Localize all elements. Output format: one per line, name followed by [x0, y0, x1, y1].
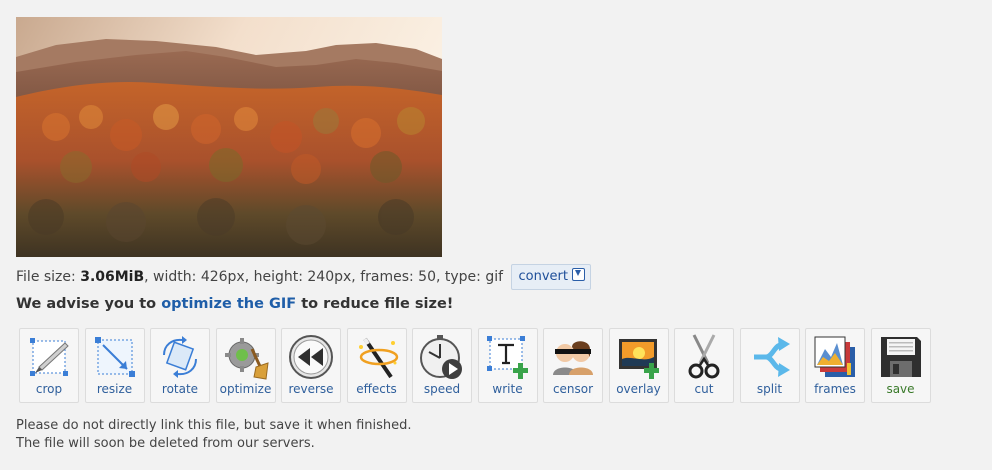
optimize-gif-link[interactable]: optimize the GIF [161, 296, 296, 312]
convert-label: convert [518, 269, 568, 284]
frames-tool-button[interactable]: frames [805, 328, 865, 403]
convert-button[interactable]: convert [511, 264, 591, 290]
cut-icon [688, 334, 720, 379]
download-icon [571, 268, 585, 281]
gif-preview-image [16, 17, 442, 257]
tool-label: cut [694, 382, 714, 396]
optimize-icon [224, 338, 269, 380]
censor-tool-button[interactable]: censor [543, 328, 603, 403]
file-info: File size: 3.06MiB, width: 426px, height… [16, 264, 591, 290]
tool-label: speed [423, 382, 461, 396]
file-size-prefix: File size: [16, 269, 81, 285]
crop-icon [30, 338, 69, 376]
split-icon [753, 337, 790, 377]
rotate-tool-button[interactable]: rotate [150, 328, 210, 403]
overlay-icon [618, 339, 659, 379]
tool-label: censor [552, 382, 594, 396]
split-tool-button[interactable]: split [739, 328, 800, 403]
reverse-icon [289, 335, 333, 379]
tool-label: frames [814, 382, 856, 396]
reverse-tool-button[interactable]: reverse [281, 328, 341, 403]
resize-icon [94, 337, 135, 377]
censor-icon [553, 341, 593, 375]
file-details: , width: 426px, height: 240px, frames: 5… [144, 269, 504, 285]
tool-label: crop [35, 382, 63, 396]
effects-tool-button[interactable]: effects [346, 328, 407, 403]
tool-label: effects [356, 382, 397, 396]
resize-tool-button[interactable]: resize [84, 328, 145, 403]
tool-label: resize [96, 382, 133, 396]
rotate-icon [163, 336, 197, 378]
tool-label: overlay [616, 382, 661, 396]
speed-tool-button[interactable]: speed [412, 328, 472, 403]
tool-label: save [886, 382, 915, 396]
tool-label: rotate [161, 382, 199, 396]
effects-icon [358, 337, 398, 379]
overlay-tool-button[interactable]: overlay [608, 328, 669, 403]
hotlink-notice: Please do not directly link this file, b… [16, 417, 412, 453]
write-icon [486, 336, 528, 379]
tool-label: optimize [219, 382, 272, 396]
save-tool-button[interactable]: save [870, 328, 931, 403]
tool-label: reverse [288, 382, 334, 396]
notice-line-1: Please do not directly link this file, b… [16, 418, 412, 433]
write-tool-button[interactable]: write [477, 328, 538, 403]
page: File size: 3.06MiB, width: 426px, height… [0, 0, 992, 470]
file-size-value: 3.06MiB [80, 269, 145, 285]
frames-icon [814, 336, 855, 377]
tool-label: write [492, 382, 523, 396]
cut-tool-button[interactable]: cut [674, 328, 734, 403]
speed-icon [420, 335, 462, 379]
save-icon [880, 337, 921, 377]
optimize-advice: We advise you to optimize the GIF to red… [16, 294, 453, 314]
optimize-tool-button[interactable]: optimize [215, 328, 276, 403]
advice-text-before: We advise you to [16, 296, 162, 312]
advice-text-after: to reduce file size! [296, 296, 454, 312]
tools-toolbar: crop resize rotate optimize reverse effe… [19, 328, 936, 403]
notice-line-2: The file will soon be deleted from our s… [16, 436, 315, 451]
tool-label: split [756, 382, 783, 396]
crop-tool-button[interactable]: crop [19, 328, 79, 403]
